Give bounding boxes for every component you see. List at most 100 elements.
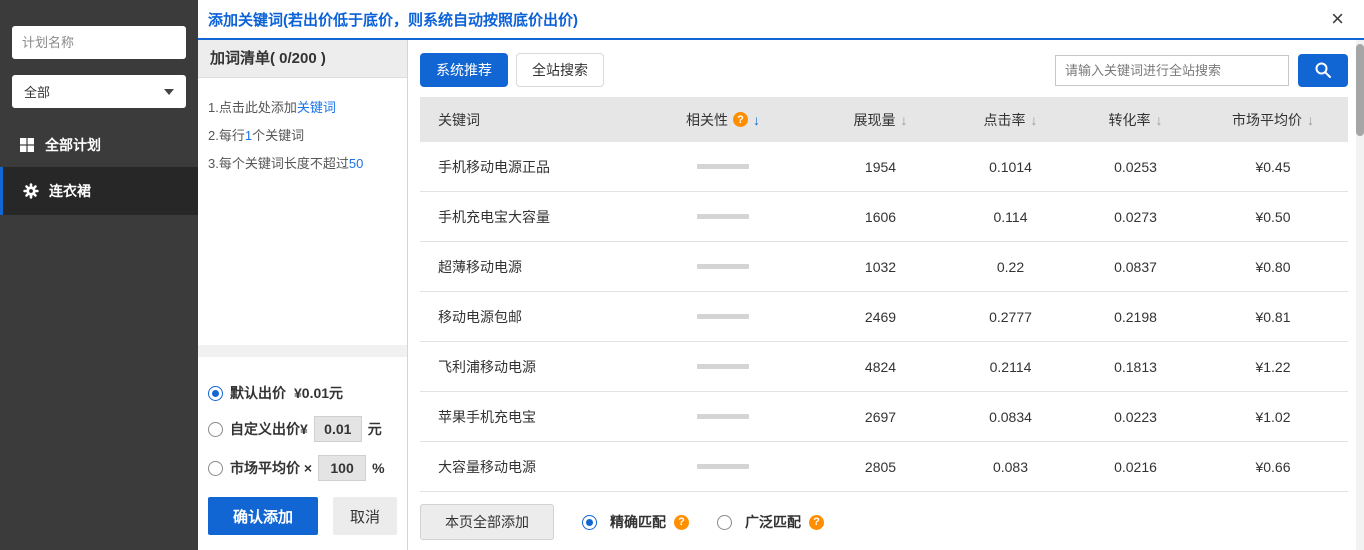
relevance-bar bbox=[697, 164, 749, 169]
plan-search-box bbox=[12, 26, 186, 59]
help-icon[interactable]: ? bbox=[674, 515, 689, 530]
match-option-broad: 广泛匹配 ? bbox=[717, 512, 824, 532]
scrollbar-thumb[interactable] bbox=[1356, 44, 1364, 136]
keyword-input-area[interactable]: 1.点击此处添加关键词 2.每行1个关键词 3.每个关键词长度不超过50 bbox=[198, 78, 407, 345]
tabs-row: 系统推荐 全站搜索 bbox=[420, 40, 1348, 87]
impressions-cell: 2805 bbox=[813, 459, 948, 475]
sidebar-item-label: 连衣裙 bbox=[49, 181, 91, 201]
table-row[interactable]: 手机充电宝大容量 1606 0.114 0.0273 ¥0.50 bbox=[420, 192, 1348, 242]
relevance-bar bbox=[697, 464, 749, 469]
instruction-line: 3.每个关键词长度不超过50 bbox=[208, 150, 397, 178]
table-row[interactable]: 飞利浦移动电源 4824 0.2114 0.1813 ¥1.22 bbox=[420, 342, 1348, 392]
sidebar-item-label: 全部计划 bbox=[45, 135, 101, 155]
relevance-bar bbox=[697, 214, 749, 219]
price-cell: ¥0.80 bbox=[1198, 259, 1348, 275]
vertical-scrollbar[interactable] bbox=[1356, 40, 1364, 550]
price-cell: ¥0.81 bbox=[1198, 309, 1348, 325]
sort-desc-icon[interactable]: ↓ bbox=[753, 112, 760, 128]
bid-option-custom: 自定义出价¥ 元 bbox=[208, 416, 397, 442]
radio-exact-match[interactable] bbox=[582, 515, 597, 530]
plan-filter-value: 全部 bbox=[24, 82, 50, 101]
help-icon[interactable]: ? bbox=[809, 515, 824, 530]
sidebar-item-all-plans[interactable]: 全部计划 bbox=[0, 122, 198, 167]
relevance-cell bbox=[633, 364, 813, 369]
modal-header: 添加关键词(若出价低于底价，则系统自动按照底价出价) × bbox=[198, 0, 1364, 40]
keyword-search-group bbox=[1055, 54, 1348, 87]
sort-desc-icon[interactable]: ↓ bbox=[1031, 112, 1038, 128]
ctr-cell: 0.2777 bbox=[948, 309, 1073, 325]
keyword-table: 关键词 相关性 ? ↓ 展现量 ↓ 点击率 ↓ bbox=[420, 97, 1348, 492]
impressions-cell: 1606 bbox=[813, 209, 948, 225]
cvr-cell: 0.0837 bbox=[1073, 259, 1198, 275]
radio-market-bid[interactable] bbox=[208, 461, 223, 476]
match-option-exact: 精确匹配 ? bbox=[582, 512, 689, 532]
table-row[interactable]: 超薄移动电源 1032 0.22 0.0837 ¥0.80 bbox=[420, 242, 1348, 292]
table-header-row: 关键词 相关性 ? ↓ 展现量 ↓ 点击率 ↓ bbox=[420, 97, 1348, 142]
confirm-add-button[interactable]: 确认添加 bbox=[208, 497, 318, 535]
search-icon bbox=[1314, 61, 1332, 79]
add-keywords-modal: 添加关键词(若出价低于底价，则系统自动按照底价出价) × 加词清单( 0/200… bbox=[198, 0, 1364, 550]
price-cell: ¥1.02 bbox=[1198, 409, 1348, 425]
header-ctr: 点击率 ↓ bbox=[948, 110, 1073, 130]
help-icon[interactable]: ? bbox=[733, 112, 748, 127]
plan-filter-dropdown[interactable]: 全部 bbox=[12, 75, 186, 108]
tab-system-recommend[interactable]: 系统推荐 bbox=[420, 53, 508, 87]
keyword-cell: 超薄移动电源 bbox=[420, 257, 633, 277]
cancel-button[interactable]: 取消 bbox=[333, 497, 397, 535]
bid-label: 默认出价 bbox=[230, 383, 286, 403]
bid-options-area: 默认出价 ¥0.01元 自定义出价¥ 元 市场平均价 × % bbox=[198, 357, 407, 550]
keyword-cell: 大容量移动电源 bbox=[420, 457, 633, 477]
radio-broad-match[interactable] bbox=[717, 515, 732, 530]
radio-default-bid[interactable] bbox=[208, 386, 223, 401]
relevance-cell bbox=[633, 264, 813, 269]
header-cvr: 转化率 ↓ bbox=[1073, 110, 1198, 130]
table-row[interactable]: 手机移动电源正品 1954 0.1014 0.0253 ¥0.45 bbox=[420, 142, 1348, 192]
impressions-cell: 2697 bbox=[813, 409, 948, 425]
relevance-bar bbox=[697, 414, 749, 419]
app-root: 全部 全部计划 bbox=[0, 0, 1364, 550]
add-list-header: 加词清单( 0/200 ) bbox=[198, 40, 407, 78]
tab-site-search[interactable]: 全站搜索 bbox=[516, 53, 604, 87]
radio-custom-bid[interactable] bbox=[208, 422, 223, 437]
relevance-bar bbox=[697, 314, 749, 319]
modal-title: 添加关键词(若出价低于底价，则系统自动按照底价出价) bbox=[208, 9, 578, 30]
impressions-cell: 2469 bbox=[813, 309, 948, 325]
relevance-cell bbox=[633, 314, 813, 319]
table-row[interactable]: 移动电源包邮 2469 0.2777 0.2198 ¥0.81 bbox=[420, 292, 1348, 342]
custom-bid-input[interactable] bbox=[314, 416, 362, 442]
header-keyword: 关键词 bbox=[420, 110, 633, 130]
keyword-cell: 手机移动电源正品 bbox=[420, 157, 633, 177]
bid-option-market: 市场平均价 × % bbox=[208, 455, 397, 481]
table-body: 手机移动电源正品 1954 0.1014 0.0253 ¥0.45 手机充电宝大… bbox=[420, 142, 1348, 492]
cvr-cell: 0.2198 bbox=[1073, 309, 1198, 325]
header-market-price: 市场平均价 ↓ bbox=[1198, 110, 1348, 130]
sidebar-item-dress-plan[interactable]: 连衣裙 bbox=[0, 167, 198, 215]
sort-desc-icon[interactable]: ↓ bbox=[1156, 112, 1163, 128]
close-icon[interactable]: × bbox=[1325, 8, 1350, 30]
instruction-line: 1.点击此处添加关键词 bbox=[208, 94, 397, 122]
relevance-cell bbox=[633, 214, 813, 219]
relevance-cell bbox=[633, 414, 813, 419]
cvr-cell: 0.0273 bbox=[1073, 209, 1198, 225]
table-row[interactable]: 苹果手机充电宝 2697 0.0834 0.0223 ¥1.02 bbox=[420, 392, 1348, 442]
sort-desc-icon[interactable]: ↓ bbox=[901, 112, 908, 128]
table-row[interactable]: 大容量移动电源 2805 0.083 0.0216 ¥0.66 bbox=[420, 442, 1348, 492]
ctr-cell: 0.1014 bbox=[948, 159, 1073, 175]
plan-nav: 全部计划 连衣裙 bbox=[0, 122, 198, 215]
sort-desc-icon[interactable]: ↓ bbox=[1307, 112, 1314, 128]
bid-label: 市场平均价 × bbox=[230, 458, 312, 478]
add-all-button[interactable]: 本页全部添加 bbox=[420, 504, 554, 540]
keyword-search-button[interactable] bbox=[1298, 54, 1348, 87]
impressions-cell: 1954 bbox=[813, 159, 948, 175]
plan-search-input[interactable] bbox=[22, 35, 198, 50]
keyword-cell: 飞利浦移动电源 bbox=[420, 357, 633, 377]
price-cell: ¥0.66 bbox=[1198, 459, 1348, 475]
ctr-cell: 0.2114 bbox=[948, 359, 1073, 375]
keyword-search-input[interactable] bbox=[1055, 55, 1289, 86]
cvr-cell: 0.1813 bbox=[1073, 359, 1198, 375]
price-cell: ¥0.50 bbox=[1198, 209, 1348, 225]
market-percent-input[interactable] bbox=[318, 455, 366, 481]
panel-divider bbox=[198, 345, 407, 357]
cvr-cell: 0.0216 bbox=[1073, 459, 1198, 475]
keyword-cell: 苹果手机充电宝 bbox=[420, 407, 633, 427]
